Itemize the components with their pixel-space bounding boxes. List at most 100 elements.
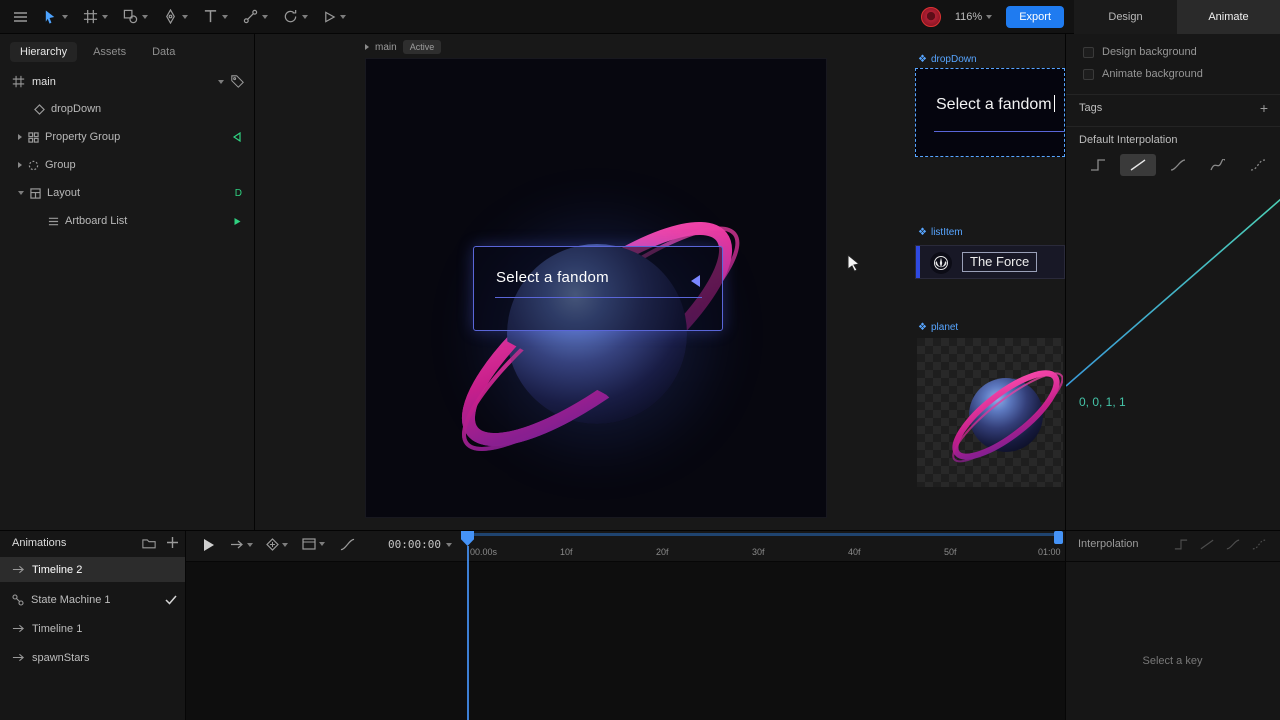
chevron-down-icon[interactable] bbox=[102, 15, 108, 19]
preview-planet[interactable] bbox=[917, 338, 1063, 487]
play-button[interactable] bbox=[203, 538, 215, 552]
zoom-level: 116% bbox=[955, 11, 982, 23]
design-background-checkbox[interactable] bbox=[1083, 47, 1094, 58]
collapse-caret-icon[interactable] bbox=[18, 191, 24, 195]
menu-button[interactable] bbox=[10, 7, 31, 27]
chevron-down-icon[interactable] bbox=[62, 15, 68, 19]
dropdown-arrow-icon[interactable] bbox=[691, 275, 700, 287]
avatar[interactable] bbox=[921, 7, 941, 27]
artboard-header[interactable]: main Active bbox=[365, 40, 441, 54]
data-bind-badge: D bbox=[235, 188, 242, 199]
curves-view-button[interactable] bbox=[340, 538, 355, 551]
artboard-tool[interactable] bbox=[80, 5, 111, 28]
folder-group-icon bbox=[28, 160, 39, 171]
interp-linear-mini-icon[interactable] bbox=[1200, 539, 1214, 550]
animation-item-state-machine-1[interactable]: State Machine 1 bbox=[0, 587, 185, 612]
folder-icon[interactable] bbox=[142, 537, 156, 549]
chevron-down-icon[interactable] bbox=[340, 15, 346, 19]
preview-dropdown[interactable]: Select a fandom bbox=[915, 68, 1065, 157]
preview-label-dropdown[interactable]: ❖ dropDown bbox=[918, 54, 977, 65]
select-tool[interactable] bbox=[40, 5, 71, 29]
chevron-down-icon[interactable] bbox=[142, 15, 148, 19]
rotate-icon bbox=[283, 9, 298, 24]
design-mode-tab[interactable]: Design bbox=[1074, 0, 1177, 34]
pen-icon bbox=[163, 9, 178, 24]
time-display[interactable]: 00:00:00 bbox=[388, 538, 452, 551]
ruler-label: 40f bbox=[848, 547, 861, 557]
chevron-down-icon[interactable] bbox=[218, 80, 224, 84]
interp-hold-button[interactable] bbox=[1080, 154, 1116, 176]
interp-cubic-mini-icon[interactable] bbox=[1226, 539, 1240, 550]
fandom-dropdown[interactable]: Select a fandom bbox=[473, 246, 723, 331]
work-area-end-handle[interactable] bbox=[1054, 531, 1063, 544]
tab-assets[interactable]: Assets bbox=[83, 42, 136, 62]
expand-caret-icon[interactable] bbox=[18, 134, 22, 140]
export-button[interactable]: Export bbox=[1006, 6, 1064, 28]
tab-data[interactable]: Data bbox=[142, 42, 185, 62]
dropdown-label: Select a fandom bbox=[496, 269, 609, 286]
tag-icon[interactable] bbox=[231, 75, 244, 88]
interp-hold-mini-icon[interactable] bbox=[1174, 539, 1188, 550]
add-animation-button[interactable] bbox=[166, 536, 179, 549]
stage-canvas[interactable]: main Active bbox=[255, 34, 1065, 530]
tree-item-artboard-list[interactable]: Artboard List bbox=[0, 207, 254, 235]
pen-tool[interactable] bbox=[160, 5, 191, 28]
timeline-tracks[interactable] bbox=[186, 562, 1065, 720]
ruler-label: 50f bbox=[944, 547, 957, 557]
artboard-main[interactable]: Select a fandom bbox=[365, 58, 827, 518]
playhead-handle[interactable] bbox=[461, 531, 474, 546]
listitem-accent-bar bbox=[916, 246, 920, 278]
tree-item-dropdown[interactable]: dropDown bbox=[0, 95, 254, 123]
animation-item-spawnstars[interactable]: spawnStars bbox=[0, 645, 185, 670]
listitem-text[interactable]: The Force bbox=[962, 252, 1037, 272]
interp-elastic-button[interactable] bbox=[1200, 154, 1236, 176]
interp-custom-button[interactable] bbox=[1240, 154, 1276, 176]
chevron-down-icon[interactable] bbox=[222, 15, 228, 19]
preview-label-planet[interactable]: ❖ planet bbox=[918, 322, 958, 333]
tab-hierarchy[interactable]: Hierarchy bbox=[10, 42, 77, 62]
loop-icon bbox=[230, 540, 244, 549]
bone-icon bbox=[243, 9, 258, 24]
expand-caret-icon[interactable] bbox=[18, 162, 22, 168]
interp-custom-mini-icon[interactable] bbox=[1252, 539, 1266, 550]
play-caret-icon bbox=[365, 44, 369, 50]
bone-tool[interactable] bbox=[240, 5, 271, 28]
animate-background-checkbox[interactable] bbox=[1083, 69, 1094, 80]
animation-item-timeline-1[interactable]: Timeline 1 bbox=[0, 616, 185, 641]
preview-label-listitem[interactable]: ❖ listItem bbox=[918, 227, 963, 238]
add-tag-button[interactable]: + bbox=[1260, 100, 1268, 116]
interp-linear-button[interactable] bbox=[1120, 154, 1156, 176]
interpolation-mini-buttons bbox=[1174, 539, 1266, 550]
animate-mode-tab[interactable]: Animate bbox=[1177, 0, 1280, 34]
transform-tool[interactable] bbox=[280, 5, 311, 28]
shapes-tool[interactable] bbox=[120, 5, 151, 28]
play-preview-tool[interactable] bbox=[320, 6, 349, 28]
interp-cubic-button[interactable] bbox=[1160, 154, 1196, 176]
bezier-values: 0, 0, 1, 1 bbox=[1079, 395, 1126, 409]
artboard-icon bbox=[12, 75, 25, 88]
playback-mode-button[interactable] bbox=[230, 540, 253, 549]
one-shot-icon bbox=[12, 653, 25, 662]
layout-icon bbox=[30, 188, 41, 199]
work-area-bar[interactable] bbox=[468, 533, 1060, 536]
chevron-down-icon[interactable] bbox=[262, 15, 268, 19]
bezier-curve-editor[interactable] bbox=[1066, 183, 1280, 390]
workspace-options-button[interactable] bbox=[302, 538, 325, 550]
tree-item-layout[interactable]: Layout D bbox=[0, 179, 254, 207]
preview-listitem[interactable]: The Force bbox=[915, 245, 1065, 279]
text-tool[interactable] bbox=[200, 5, 231, 28]
tree-root-main[interactable]: main bbox=[0, 68, 254, 95]
animation-item-timeline-2[interactable]: Timeline 2 bbox=[0, 557, 185, 582]
chevron-down-icon[interactable] bbox=[302, 15, 308, 19]
chevron-down-icon[interactable] bbox=[182, 15, 188, 19]
chevron-down-icon bbox=[986, 15, 992, 19]
snap-keys-button[interactable] bbox=[266, 538, 288, 551]
tree-item-property-group[interactable]: Property Group bbox=[0, 123, 254, 151]
zoom-control[interactable]: 116% bbox=[955, 11, 992, 23]
tree-item-group[interactable]: Group bbox=[0, 151, 254, 179]
component-icon: ❖ bbox=[918, 54, 927, 65]
design-background-row[interactable]: Design background bbox=[1083, 46, 1197, 58]
animate-background-row[interactable]: Animate background bbox=[1083, 68, 1203, 80]
play-icon bbox=[323, 10, 336, 24]
inspector-panel: Design background Animate background Tag… bbox=[1065, 34, 1280, 530]
